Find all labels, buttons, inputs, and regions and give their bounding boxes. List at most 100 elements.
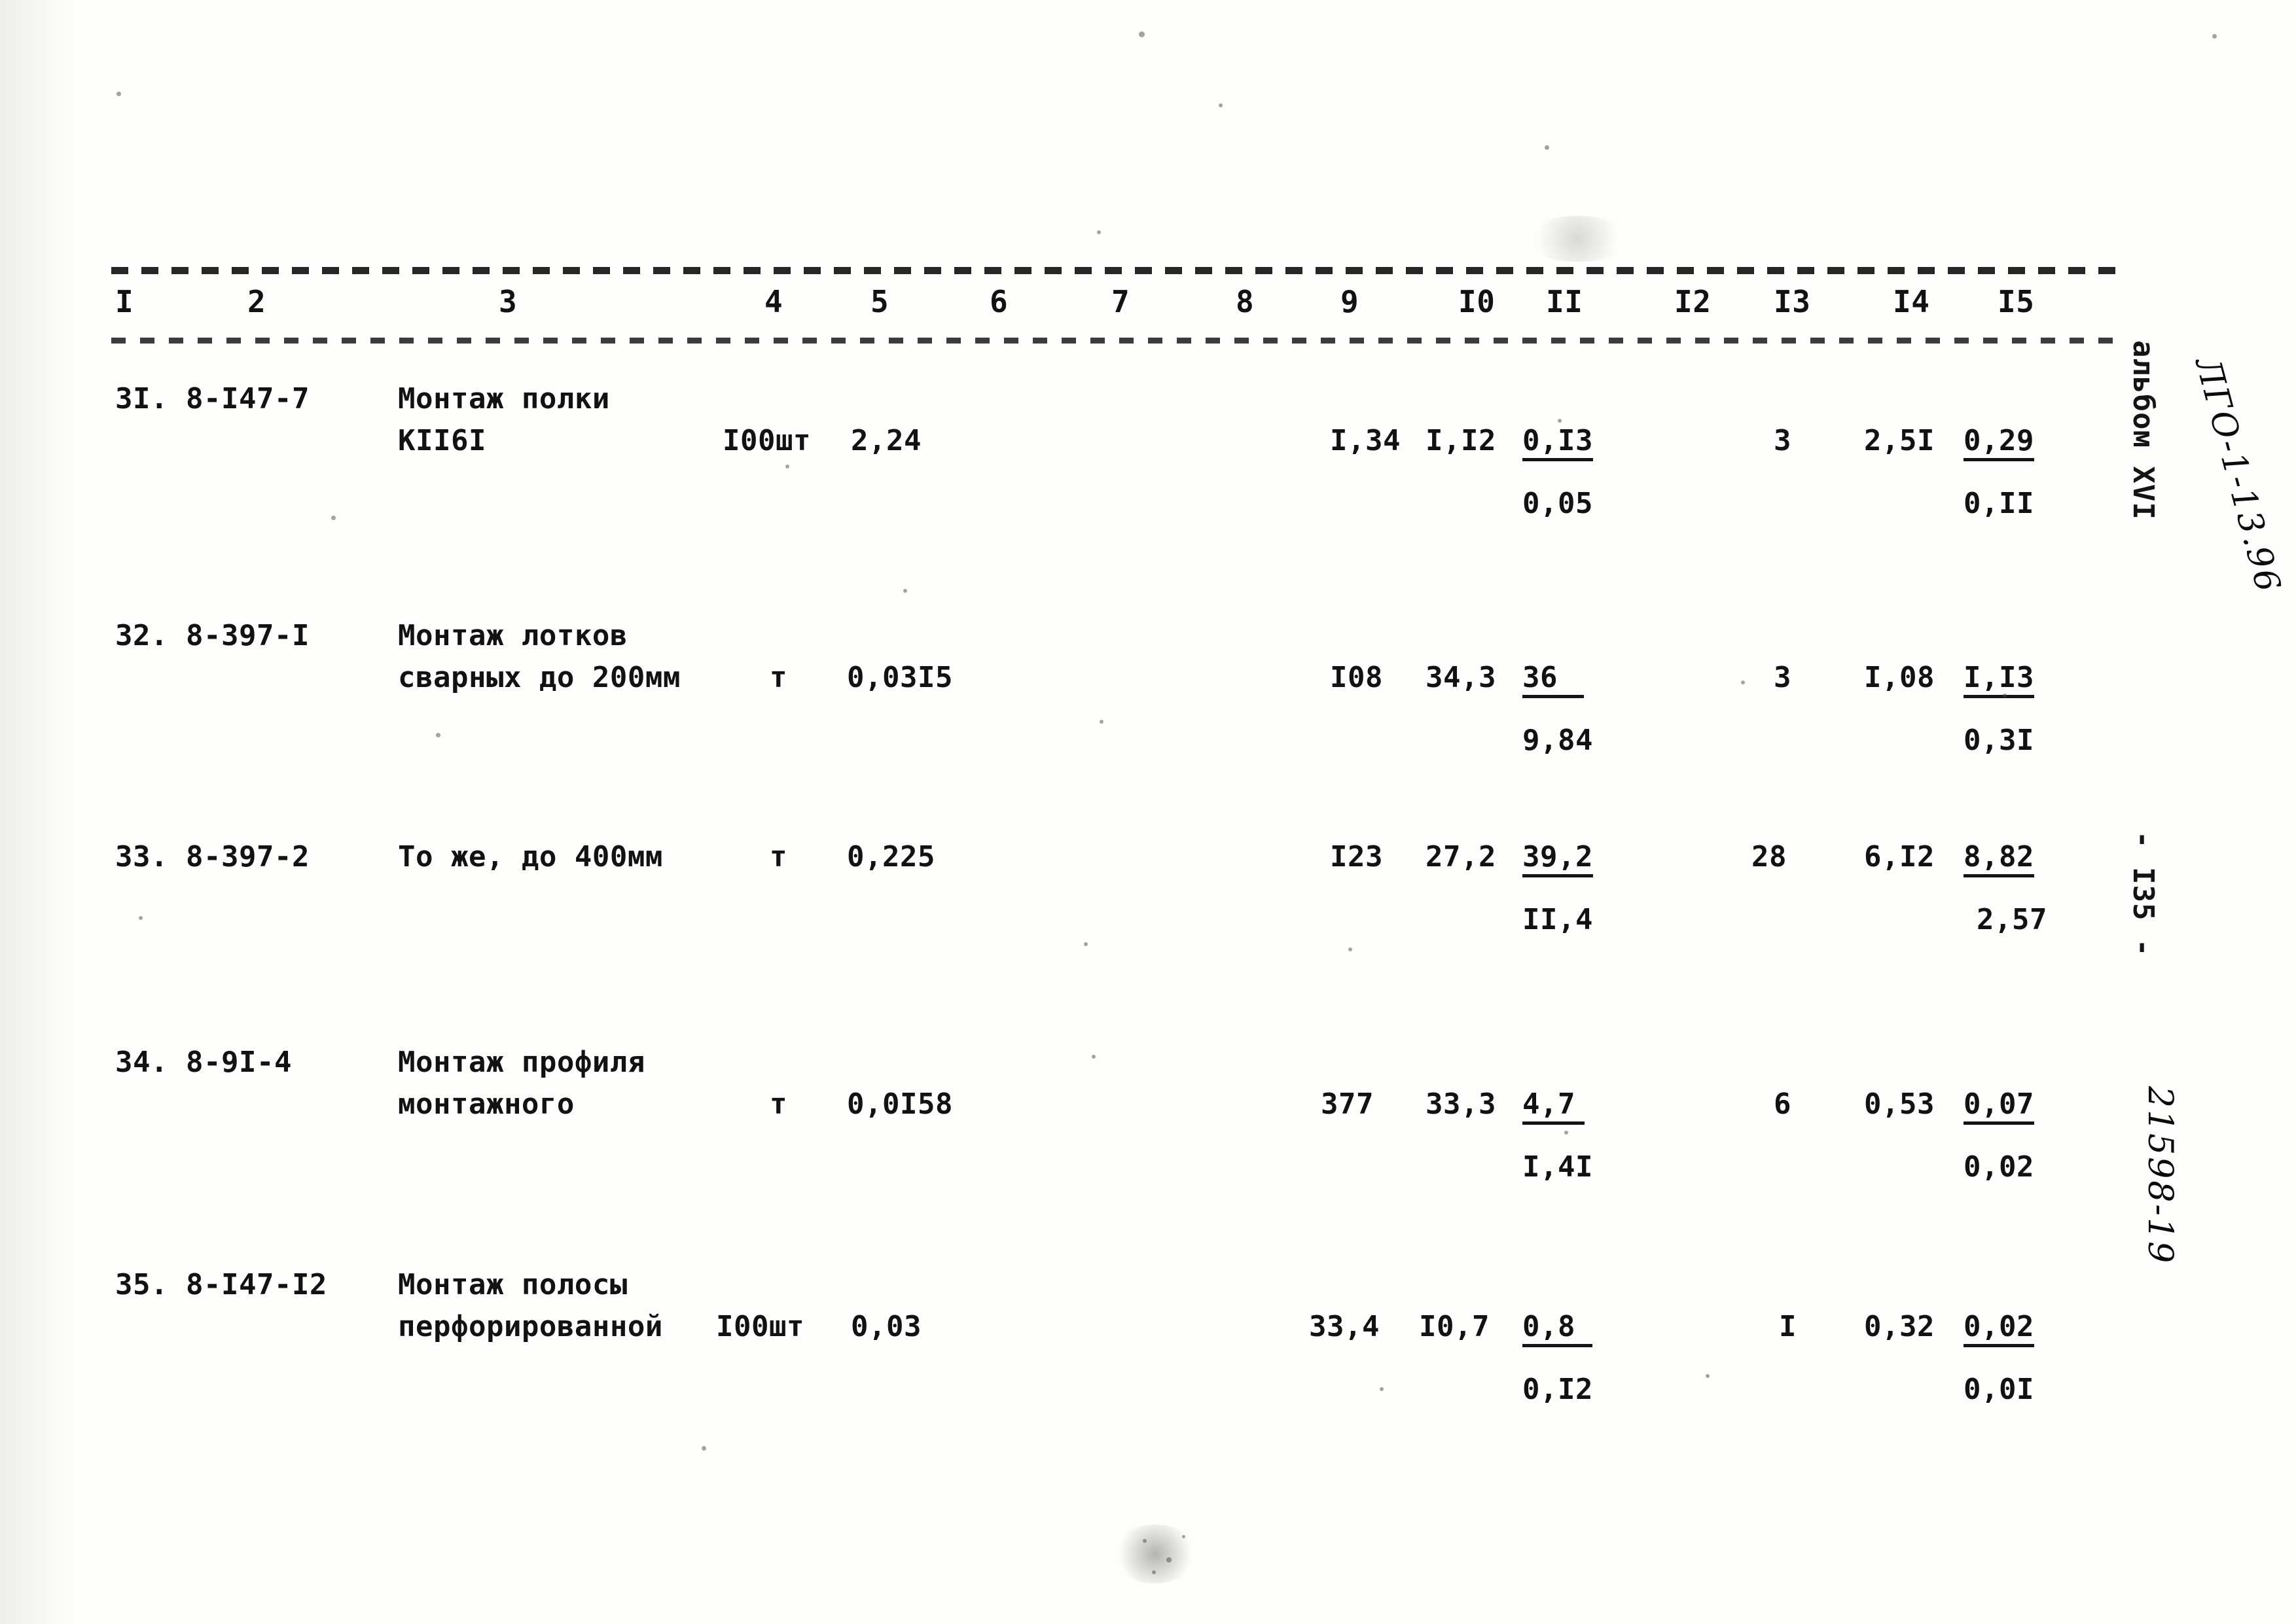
row-description-line-1: Монтаж полки <box>398 382 610 415</box>
row-col15-bottom: 0,3I <box>1964 724 2034 757</box>
scan-speck <box>1097 230 1101 234</box>
row-col10: 27,2 <box>1426 840 1496 874</box>
column-header-1: I <box>115 284 134 319</box>
row-description-line-1: То же, до 400мм <box>398 840 663 874</box>
row-col15-bottom: 0,02 <box>1964 1150 2034 1184</box>
table-top-rule <box>111 267 2127 274</box>
scan-speck <box>1084 942 1088 946</box>
row-col13: I <box>1779 1310 1797 1343</box>
row-col13: 3 <box>1774 661 1791 694</box>
row-col15-top: 0,29 <box>1964 427 2034 461</box>
page-edge-shadow <box>0 0 72 1624</box>
row-unit: т <box>770 840 787 874</box>
row-col11-top: 0,I3 <box>1522 427 1593 461</box>
row-col13: 3 <box>1774 424 1791 457</box>
scan-speck <box>702 1446 706 1451</box>
row-col11-bottom: I,4I <box>1522 1150 1593 1184</box>
column-header-4: 4 <box>764 284 783 319</box>
row-col11-top: 4,7 <box>1522 1090 1585 1125</box>
row-col10: I,I2 <box>1426 424 1496 457</box>
column-header-6: 6 <box>990 284 1009 319</box>
scan-speck <box>331 516 336 520</box>
row-col15-bottom: 0,0I <box>1964 1373 2034 1406</box>
row-description-line-1: Монтаж лотков <box>398 619 628 652</box>
column-header-5: 5 <box>870 284 889 319</box>
row-col14: I,08 <box>1864 661 1935 694</box>
row-col9: 377 <box>1321 1087 1374 1121</box>
scan-speck <box>903 589 907 593</box>
row-col14: 6,I2 <box>1864 840 1935 874</box>
row-description-line-2: монтажного <box>398 1087 575 1121</box>
row-number: 32. <box>115 619 168 652</box>
row-col15-top: I,I3 <box>1964 663 2034 698</box>
row-col15-bottom: 0,II <box>1964 487 2034 520</box>
column-header-15: I5 <box>1998 284 2035 319</box>
row-code: 8-397-I <box>186 619 310 652</box>
row-col9: I23 <box>1330 840 1383 874</box>
scan-smudge <box>1113 1525 1198 1583</box>
scanned-page: I 2 3 4 5 6 7 8 9 I0 II I2 I3 I4 I5 3I. … <box>0 0 2296 1624</box>
row-col11-top: 39,2 <box>1522 843 1593 877</box>
row-col11-bottom: 0,05 <box>1522 487 1593 520</box>
scan-speck <box>1564 1131 1568 1135</box>
row-col15-bottom: 2,57 <box>1977 903 2047 936</box>
table-header-bottom-rule <box>111 338 2127 344</box>
scan-speck <box>117 92 121 96</box>
row-code: 8-I47-7 <box>186 382 310 415</box>
row-quantity: 0,0I58 <box>847 1087 953 1121</box>
row-quantity: 2,24 <box>851 424 922 457</box>
scan-speck <box>1545 145 1549 150</box>
row-col13: 6 <box>1774 1087 1791 1121</box>
row-quantity: 0,225 <box>847 840 935 874</box>
row-quantity: 0,03 <box>851 1310 922 1343</box>
row-code: 8-I47-I2 <box>186 1268 327 1301</box>
row-col14: 0,32 <box>1864 1310 1935 1343</box>
row-col11-top: 36 <box>1522 663 1584 698</box>
row-unit: т <box>770 1087 787 1121</box>
row-col15-top: 0,02 <box>1964 1313 2034 1347</box>
row-unit: I00шт <box>716 1310 804 1343</box>
scan-speck <box>785 465 789 468</box>
row-code: 8-397-2 <box>186 840 310 874</box>
scan-speck <box>1100 720 1103 724</box>
scan-speck <box>139 916 143 920</box>
scan-speck <box>1139 31 1145 37</box>
row-number: 3I. <box>115 382 168 415</box>
scan-speck <box>2212 34 2217 39</box>
row-col14: 2,5I <box>1864 424 1935 457</box>
row-col10: I0,7 <box>1419 1310 1490 1343</box>
row-col14: 0,53 <box>1864 1087 1935 1121</box>
column-header-12: I2 <box>1674 284 1712 319</box>
row-col9: I,34 <box>1330 424 1401 457</box>
column-header-11: II <box>1546 284 1583 319</box>
row-quantity: 0,03I5 <box>847 661 953 694</box>
column-header-14: I4 <box>1893 284 1930 319</box>
row-unit: I00шт <box>723 424 811 457</box>
scan-speck <box>1380 1387 1384 1391</box>
row-col15-top: 0,07 <box>1964 1090 2034 1125</box>
row-number: 33. <box>115 840 168 874</box>
row-col10: 34,3 <box>1426 661 1496 694</box>
handwritten-code: ЛГО-1-13.96 <box>2187 353 2288 598</box>
column-header-8: 8 <box>1236 284 1255 319</box>
scan-speck <box>436 733 440 737</box>
row-description-line-1: Монтаж профиля <box>398 1046 645 1079</box>
row-col11-bottom: 0,I2 <box>1522 1373 1593 1406</box>
scan-speck <box>1348 947 1352 951</box>
column-header-10: I0 <box>1458 284 1496 319</box>
row-code: 8-9I-4 <box>186 1046 292 1079</box>
row-number: 35. <box>115 1268 168 1301</box>
row-col11-bottom: 9,84 <box>1522 724 1593 757</box>
column-header-3: 3 <box>499 284 518 319</box>
handwritten-number: 21598-19 <box>2140 1086 2179 1265</box>
scan-speck <box>2003 694 2007 697</box>
row-col9: 33,4 <box>1309 1310 1380 1343</box>
scan-speck <box>1706 1374 1710 1378</box>
scan-smudge <box>1525 216 1630 262</box>
row-description-line-2: КII6I <box>398 424 486 457</box>
row-col13: 28 <box>1751 840 1787 874</box>
row-unit: т <box>770 661 787 694</box>
scan-speck <box>1741 680 1745 684</box>
scan-speck <box>1219 103 1223 107</box>
page-number: - I35 - <box>2126 831 2160 957</box>
